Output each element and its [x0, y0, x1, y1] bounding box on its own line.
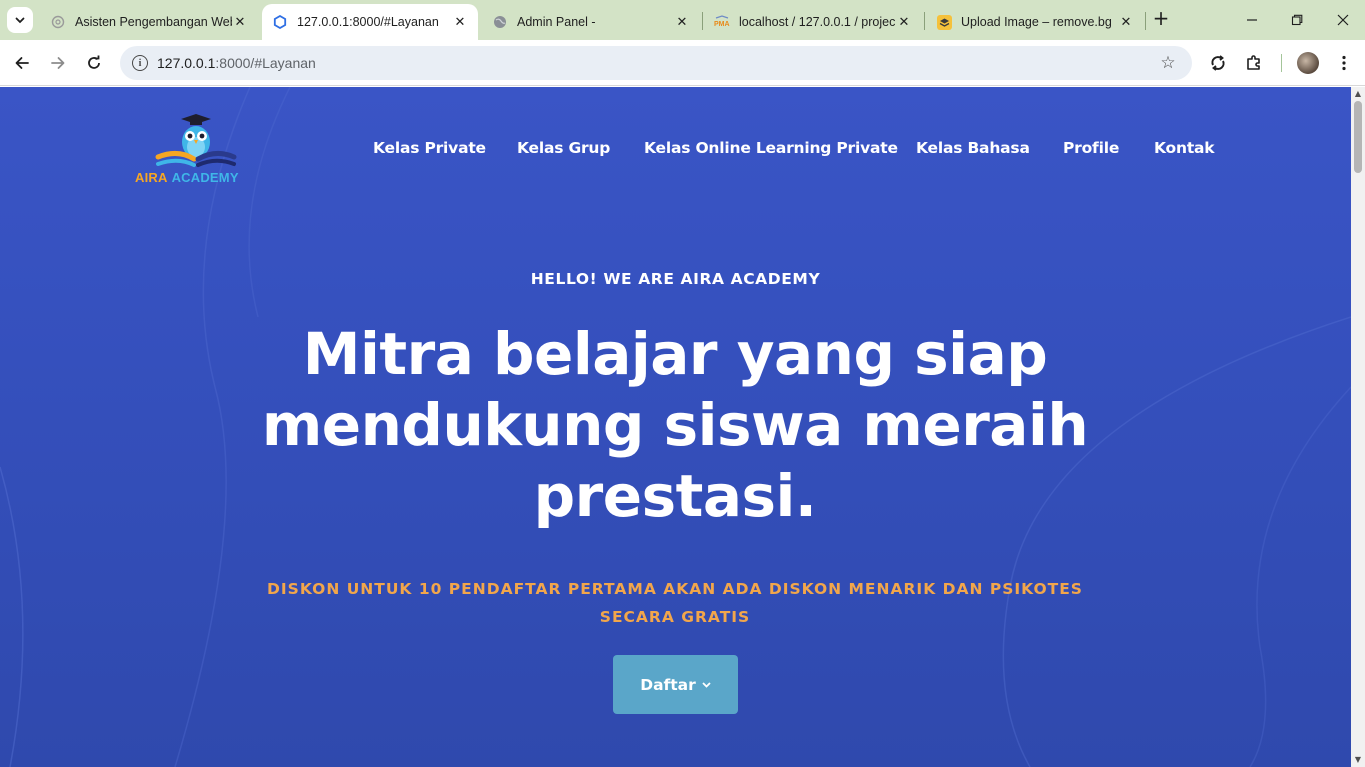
reload-button[interactable] [80, 49, 108, 77]
nav-link-kontak[interactable]: Kontak [1154, 139, 1215, 157]
browser-tab[interactable]: Upload Image – remove.bg ✕ [926, 4, 1144, 40]
restore-button[interactable] [1282, 6, 1312, 34]
restore-icon [1291, 14, 1303, 26]
address-bar[interactable]: i 127.0.0.1:8000/#Layanan ☆ [120, 46, 1192, 80]
bookmark-star-icon[interactable]: ☆ [1158, 53, 1178, 73]
url-path: :8000/#Layanan [215, 55, 316, 71]
toolbar-divider [1281, 54, 1282, 72]
tab-separator [924, 12, 925, 30]
scrollbar-thumb[interactable] [1354, 101, 1362, 173]
hero-headline: Mitra belajar yang siap mendukung siswa … [261, 320, 1089, 530]
minimize-button[interactable] [1237, 6, 1267, 34]
close-tab-icon[interactable]: ✕ [1118, 14, 1134, 30]
scroll-down-arrow-icon[interactable]: ▼ [1353, 755, 1363, 765]
hero-eyebrow: HELLO! WE ARE AIRA ACADEMY [530, 270, 821, 288]
chevron-down-icon [15, 17, 25, 24]
browser-tab-strip: Asisten Pengembangan Web ✕ 127.0.0.1:800… [0, 0, 1365, 40]
back-button[interactable] [8, 49, 36, 77]
browser-toolbar: i 127.0.0.1:8000/#Layanan ☆ [0, 40, 1365, 86]
browser-tab[interactable]: Asisten Pengembangan Web ✕ [40, 4, 258, 40]
extensions-button[interactable] [1242, 51, 1266, 75]
svg-text:PMA: PMA [714, 21, 730, 28]
close-tab-icon[interactable]: ✕ [896, 14, 912, 30]
tab-separator [1145, 12, 1146, 30]
close-window-button[interactable] [1328, 6, 1358, 34]
daftar-label: Daftar [640, 675, 696, 694]
arrow-left-icon [15, 57, 29, 69]
close-tab-icon[interactable]: ✕ [232, 14, 248, 30]
tab-title: 127.0.0.1:8000/#Layanan [297, 15, 439, 29]
browser-tab[interactable]: PMA localhost / 127.0.0.1 / projec ✕ [704, 4, 922, 40]
tab-title: Admin Panel - [517, 15, 596, 29]
daftar-dropdown-button[interactable]: Daftar [613, 655, 738, 714]
sync-extension-button[interactable] [1206, 51, 1230, 75]
logo-wordmark[interactable]: AIRA ACADEMY [135, 170, 239, 185]
profile-avatar[interactable] [1297, 52, 1319, 74]
tab-search-button[interactable] [7, 7, 33, 33]
logo-word-academy: ACADEMY [171, 170, 239, 185]
openai-icon [50, 14, 66, 30]
phpmyadmin-icon: PMA [714, 14, 730, 30]
tab-title: Upload Image – remove.bg [961, 15, 1112, 29]
kebab-menu-icon [1342, 55, 1346, 71]
tab-title: localhost / 127.0.0.1 / projec [739, 15, 896, 29]
forward-button[interactable] [44, 49, 72, 77]
hexagon-icon [272, 14, 288, 30]
nav-link-kelas-private[interactable]: Kelas Private [373, 139, 486, 157]
nav-link-kelas-grup[interactable]: Kelas Grup [517, 139, 610, 157]
browser-tab[interactable]: Admin Panel - ✕ [482, 4, 700, 40]
tab-separator [702, 12, 703, 30]
browser-tab-active[interactable]: 127.0.0.1:8000/#Layanan ✕ [262, 4, 478, 40]
hero-promo-text: DISKON UNTUK 10 PENDAFTAR PERTAMA AKAN A… [267, 580, 1083, 626]
close-tab-icon[interactable]: ✕ [452, 14, 468, 30]
arrow-right-icon [51, 57, 65, 69]
scroll-up-arrow-icon[interactable]: ▲ [1353, 89, 1363, 99]
menu-button[interactable] [1332, 51, 1356, 75]
removebg-icon [936, 14, 952, 30]
nav-link-kelas-online-learning-private[interactable]: Kelas Online Learning Private [644, 139, 898, 157]
nav-link-kelas-bahasa[interactable]: Kelas Bahasa [916, 139, 1030, 157]
site-info-icon[interactable]: i [132, 55, 148, 71]
puzzle-icon [1247, 55, 1260, 70]
tab-title: Asisten Pengembangan Web [75, 15, 232, 29]
address-url[interactable]: 127.0.0.1:8000/#Layanan [157, 55, 1158, 71]
page-viewport: AIRA ACADEMY Kelas Private Kelas Grup Kel… [0, 87, 1351, 767]
page-scrollbar[interactable]: ▲ ▼ [1351, 87, 1365, 767]
url-host: 127.0.0.1 [157, 55, 216, 71]
reload-icon [88, 55, 100, 69]
logo-word-aira: AIRA [135, 170, 168, 185]
new-tab-button[interactable]: + [1150, 8, 1172, 30]
nav-link-profile[interactable]: Profile [1063, 139, 1119, 157]
close-tab-icon[interactable]: ✕ [674, 14, 690, 30]
chevron-down-icon [702, 681, 711, 688]
close-icon [1337, 14, 1349, 26]
globe-icon [492, 14, 508, 30]
minimize-icon [1247, 19, 1257, 21]
sync-icon [1211, 55, 1225, 71]
